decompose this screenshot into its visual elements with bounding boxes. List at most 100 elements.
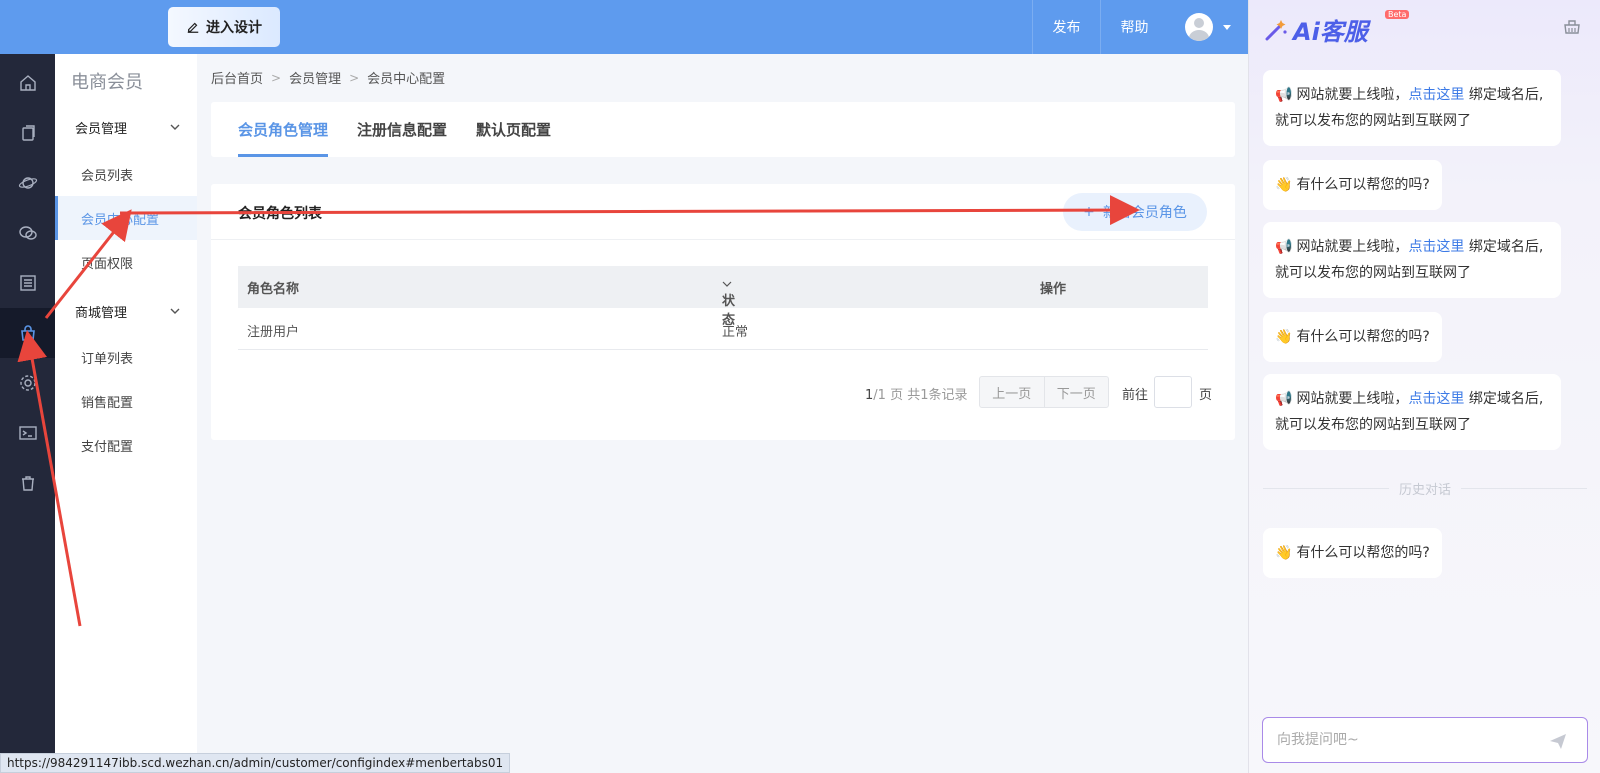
- breadcrumb-item[interactable]: 会员管理: [289, 68, 341, 87]
- publish-button[interactable]: 发布: [1032, 0, 1100, 54]
- goto-page-input[interactable]: [1154, 376, 1192, 408]
- menu-item-page-permission[interactable]: 页面权限: [55, 240, 197, 284]
- clear-chat-icon[interactable]: [1562, 16, 1582, 36]
- message-text: 网站就要上线啦，: [1296, 391, 1409, 407]
- user-menu[interactable]: [1168, 0, 1248, 54]
- menu-item-label: 销售配置: [81, 395, 134, 411]
- megaphone-icon: 📢: [1275, 239, 1293, 255]
- role-list-card: 会员角色列表 + 新增会员角色 角色名称 状态 操作 注册用户 正常 1/1 页…: [211, 184, 1235, 440]
- caret-down-icon: [1223, 24, 1231, 30]
- publish-label: 发布: [1052, 20, 1081, 36]
- edit-icon: [187, 22, 199, 33]
- megaphone-icon: 📢: [1275, 391, 1293, 407]
- ai-logo: Ai客服 Beta: [1263, 10, 1410, 47]
- list-icon[interactable]: [0, 258, 55, 308]
- menu-item-member-center-config[interactable]: 会员中心配置: [55, 196, 197, 240]
- cell-status: 正常: [722, 325, 749, 340]
- bind-domain-link[interactable]: 点击这里: [1408, 87, 1464, 103]
- megaphone-icon: 📢: [1275, 87, 1293, 103]
- planet-icon[interactable]: [0, 158, 55, 208]
- chat-message: 👋 有什么可以帮您的吗?: [1263, 312, 1442, 362]
- avatar: [1185, 13, 1213, 41]
- history-divider-label: 历史对话: [1399, 482, 1452, 498]
- chat-message: 📢 网站就要上线啦，点击这里 绑定域名后,就可以发布您的网站到互联网了: [1263, 70, 1561, 146]
- trash-icon[interactable]: [0, 458, 55, 508]
- message-text: 网站就要上线啦，: [1296, 87, 1409, 103]
- menu-item-member-list[interactable]: 会员列表: [55, 152, 197, 196]
- chat-message: 👋 有什么可以帮您的吗?: [1263, 528, 1442, 578]
- tab-default-page[interactable]: 默认页配置: [476, 102, 551, 157]
- menu-item-label: 支付配置: [81, 439, 134, 455]
- message-text: 有什么可以帮您的吗?: [1296, 177, 1430, 193]
- menu-item-sales-config[interactable]: 销售配置: [55, 379, 197, 423]
- menu-item-label: 订单列表: [81, 351, 134, 367]
- page-unit-label: 页: [1199, 388, 1213, 403]
- menu-item-label: 会员中心配置: [81, 212, 160, 228]
- page-total-text: /1 页 共1条记录: [873, 388, 968, 403]
- menu-group-label: 商城管理: [75, 305, 128, 321]
- beta-badge: Beta: [1385, 10, 1410, 19]
- breadcrumb-separator: >: [349, 70, 360, 85]
- menu-item-payment-config[interactable]: 支付配置: [55, 423, 197, 467]
- role-table: 角色名称 状态 操作 注册用户 正常: [238, 266, 1208, 350]
- page-info: 1/1 页 共1条记录: [865, 384, 967, 403]
- add-role-label: 新增会员角色: [1102, 205, 1187, 221]
- top-bar: 进入设计 发布 帮助: [0, 0, 1248, 54]
- tab-register-info[interactable]: 注册信息配置: [357, 102, 447, 157]
- column-header-status[interactable]: 状态: [722, 278, 735, 328]
- sub-menu: 电商会员 会员管理 会员列表 会员中心配置 页面权限 商城管理 订单列表 销售配…: [55, 54, 197, 773]
- help-button[interactable]: 帮助: [1100, 0, 1168, 54]
- home-icon[interactable]: [0, 58, 55, 108]
- breadcrumb: 后台首页 > 会员管理 > 会员中心配置: [211, 68, 446, 88]
- menu-group-member[interactable]: 会员管理: [55, 107, 197, 147]
- table-header: 角色名称 状态 操作: [238, 266, 1208, 328]
- ai-chat-panel: Ai客服 Beta 📢 网站就要上线啦，点击这里 绑定域名后,就可以发布您的网站到…: [1248, 0, 1600, 773]
- enter-design-label: 进入设计: [206, 20, 262, 36]
- bind-domain-link[interactable]: 点击这里: [1408, 391, 1464, 407]
- next-page-button[interactable]: 下一页: [1043, 377, 1109, 407]
- menu-group-label: 会员管理: [75, 121, 128, 137]
- gear-icon[interactable]: [0, 358, 55, 408]
- pagination: 1/1 页 共1条记录 上一页 下一页 前往 页: [211, 376, 1235, 408]
- menu-group-mall[interactable]: 商城管理: [55, 291, 197, 331]
- prev-page-button[interactable]: 上一页: [980, 377, 1044, 407]
- menu-item-label: 页面权限: [81, 256, 134, 272]
- magic-wand-icon: [1265, 19, 1287, 40]
- goto-label: 前往: [1122, 388, 1149, 403]
- menu-item-label: 会员列表: [81, 168, 134, 184]
- wechat-icon[interactable]: [0, 208, 55, 258]
- menu-item-order-list[interactable]: 订单列表: [55, 335, 197, 379]
- message-text: 有什么可以帮您的吗?: [1296, 329, 1430, 345]
- chat-message: 👋 有什么可以帮您的吗?: [1263, 160, 1442, 210]
- add-role-button[interactable]: + 新增会员角色: [1063, 193, 1207, 231]
- ai-logo-text: Ai客服: [1293, 18, 1368, 46]
- chat-message: 📢 网站就要上线啦，点击这里 绑定域名后,就可以发布您的网站到互联网了: [1263, 222, 1561, 298]
- wave-hand-icon: 👋: [1275, 329, 1293, 345]
- wave-hand-icon: 👋: [1275, 545, 1293, 561]
- chat-message: 📢 网站就要上线啦，点击这里 绑定域名后,就可以发布您的网站到互联网了: [1263, 374, 1561, 450]
- message-text: 有什么可以帮您的吗?: [1296, 545, 1430, 561]
- send-icon[interactable]: [1548, 731, 1568, 751]
- page-buttons: 上一页 下一页: [979, 376, 1109, 408]
- tab-member-role[interactable]: 会员角色管理: [238, 102, 329, 157]
- submenu-title: 电商会员: [71, 72, 143, 93]
- shop-bag-icon[interactable]: [0, 308, 55, 358]
- breadcrumb-item: 会员中心配置: [367, 72, 446, 87]
- list-header: 会员角色列表 + 新增会员角色: [211, 184, 1235, 240]
- tabs-card: 会员角色管理 注册信息配置 默认页配置: [211, 102, 1235, 157]
- terminal-icon[interactable]: [0, 408, 55, 458]
- enter-design-button[interactable]: 进入设计: [168, 7, 280, 47]
- chevron-down-icon: [170, 124, 180, 130]
- wave-hand-icon: 👋: [1275, 177, 1293, 193]
- table-row: 注册用户 正常: [238, 308, 1208, 350]
- chevron-down-icon: [170, 308, 180, 314]
- cell-role-name: 注册用户: [247, 325, 300, 340]
- column-header-name: 角色名称: [247, 282, 300, 297]
- bind-domain-link[interactable]: 点击这里: [1408, 239, 1464, 255]
- chat-input[interactable]: [1262, 717, 1588, 763]
- copy-icon[interactable]: [0, 108, 55, 158]
- breadcrumb-item[interactable]: 后台首页: [211, 68, 263, 87]
- help-label: 帮助: [1120, 20, 1149, 36]
- list-title: 会员角色列表: [238, 206, 322, 222]
- plus-icon: +: [1083, 204, 1095, 220]
